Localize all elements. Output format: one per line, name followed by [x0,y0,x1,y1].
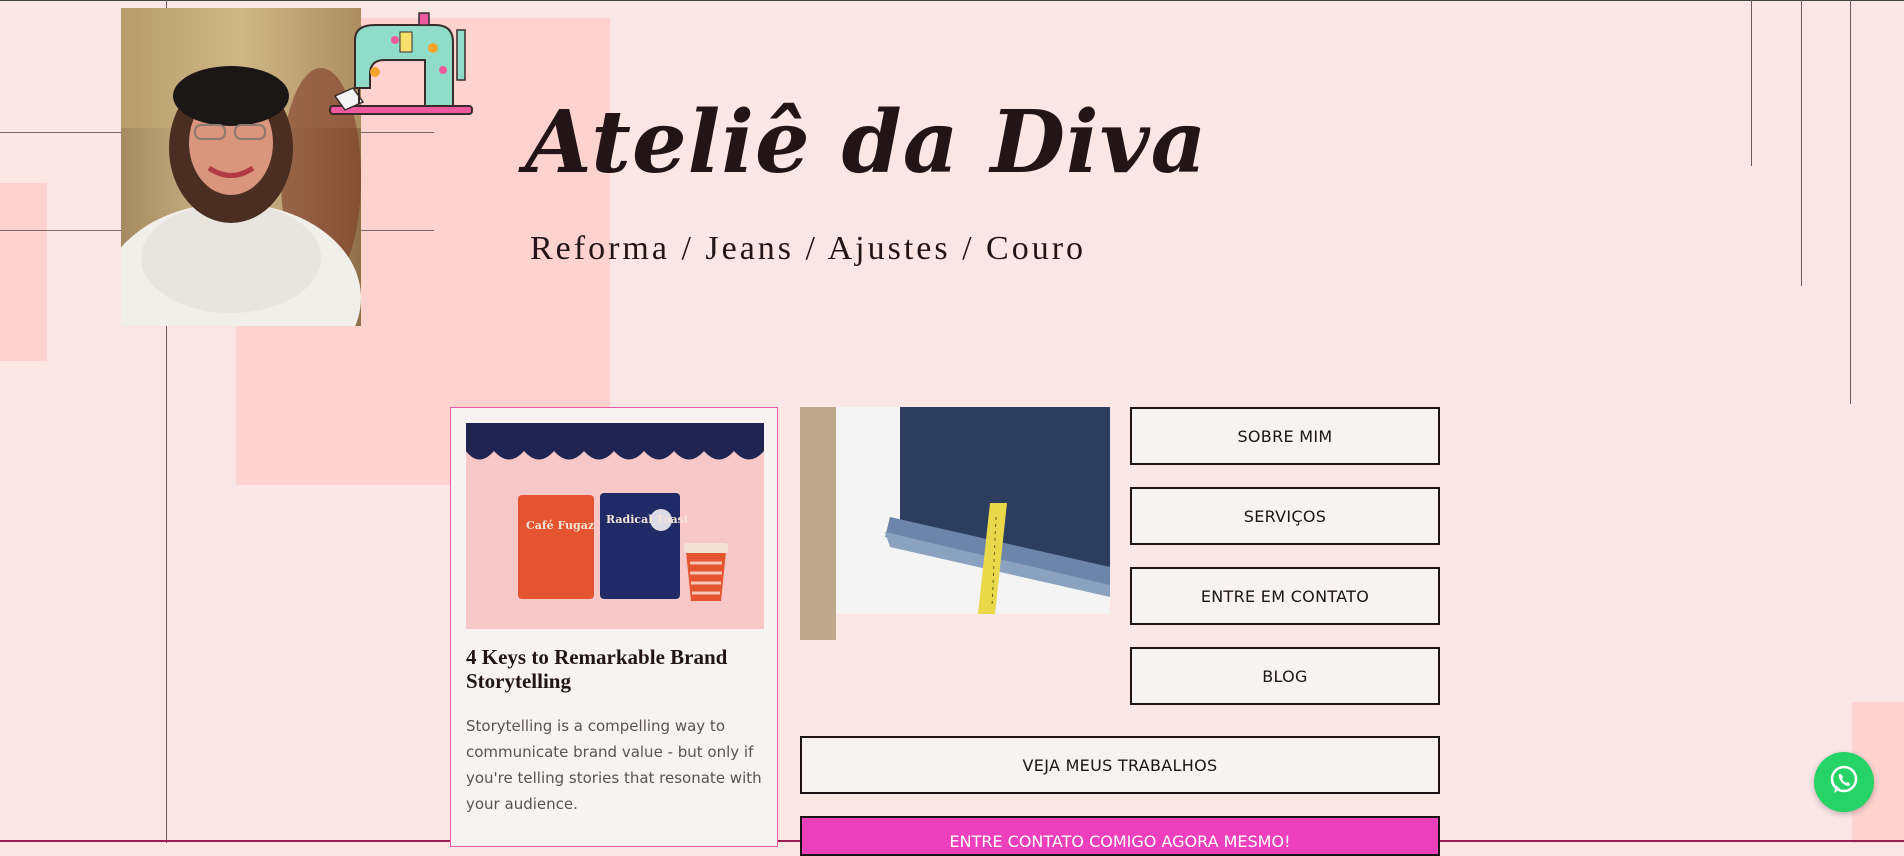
contact-cta-button[interactable]: ENTRE CONTATO COMIGO AGORA MESMO! [800,816,1440,856]
nav-button-blog[interactable]: BLOG [1130,647,1440,705]
brand-title: Ateliê da Diva [525,92,1208,193]
decor-vertical-line-r3 [1850,0,1851,404]
nav-button-contact[interactable]: ENTRE EM CONTATO [1130,567,1440,625]
decor-vertical-line-r1 [1751,0,1752,166]
top-border [0,0,1904,1]
works-button[interactable]: VEJA MEUS TRABALHOS [800,736,1440,794]
decor-vertical-line-r2 [1801,0,1802,286]
whatsapp-icon [1827,763,1861,802]
bag1-label: Café Fugaz [526,519,594,532]
brand-subtitle: Reforma / Jeans / Ajustes / Couro [530,230,1087,267]
whatsapp-button[interactable] [1814,752,1874,812]
blog-card[interactable]: Café Fugaz Radical Toast 4 Keys to Remar… [450,407,778,847]
blog-card-title[interactable]: 4 Keys to Remarkable Brand Storytelling [466,645,766,693]
decor-pink-block-left [0,183,47,361]
sewing-machine-icon [325,10,475,122]
bag2-label: Radical Toast [606,513,690,526]
blog-card-image[interactable]: Café Fugaz Radical Toast [466,423,764,629]
nav-button-services[interactable]: SERVIÇOS [1130,487,1440,545]
nav-button-about[interactable]: SOBRE MIM [1130,407,1440,465]
blog-card-excerpt: Storytelling is a compelling way to comm… [466,717,762,813]
jeans-hem-photo [800,407,1110,640]
